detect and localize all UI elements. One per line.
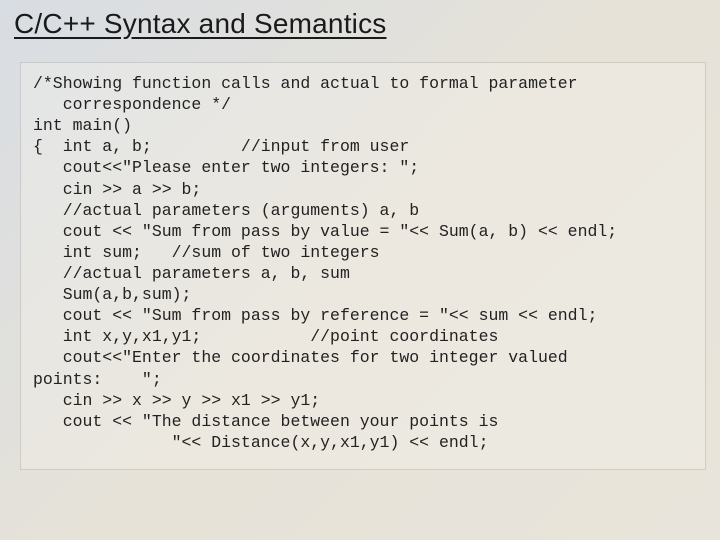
- code-line: //actual parameters a, b, sum: [33, 264, 350, 283]
- code-line: int x,y,x1,y1; //point coordinates: [33, 327, 498, 346]
- code-line: //actual parameters (arguments) a, b: [33, 201, 419, 220]
- code-line: { int a, b; //input from user: [33, 137, 409, 156]
- code-line: cout << "Sum from pass by value = "<< Su…: [33, 222, 617, 241]
- slide: C/C++ Syntax and Semantics /*Showing fun…: [0, 0, 720, 540]
- code-block: /*Showing function calls and actual to f…: [20, 62, 706, 470]
- code-line: "<< Distance(x,y,x1,y1) << endl;: [33, 433, 488, 452]
- code-line: /*Showing function calls and actual to f…: [33, 74, 578, 93]
- code-line: cout<<"Enter the coordinates for two int…: [33, 348, 568, 367]
- code-line: int sum; //sum of two integers: [33, 243, 380, 262]
- code-line: Sum(a,b,sum);: [33, 285, 191, 304]
- code-line: cout << "Sum from pass by reference = "<…: [33, 306, 597, 325]
- code-line: cin >> a >> b;: [33, 180, 201, 199]
- slide-title: C/C++ Syntax and Semantics: [14, 8, 710, 40]
- code-line: cout<<"Please enter two integers: ";: [33, 158, 419, 177]
- code-line: cout << "The distance between your point…: [33, 412, 498, 431]
- code-line: cin >> x >> y >> x1 >> y1;: [33, 391, 320, 410]
- code-line: int main(): [33, 116, 132, 135]
- code-line: correspondence */: [33, 95, 231, 114]
- code-line: points: ";: [33, 370, 162, 389]
